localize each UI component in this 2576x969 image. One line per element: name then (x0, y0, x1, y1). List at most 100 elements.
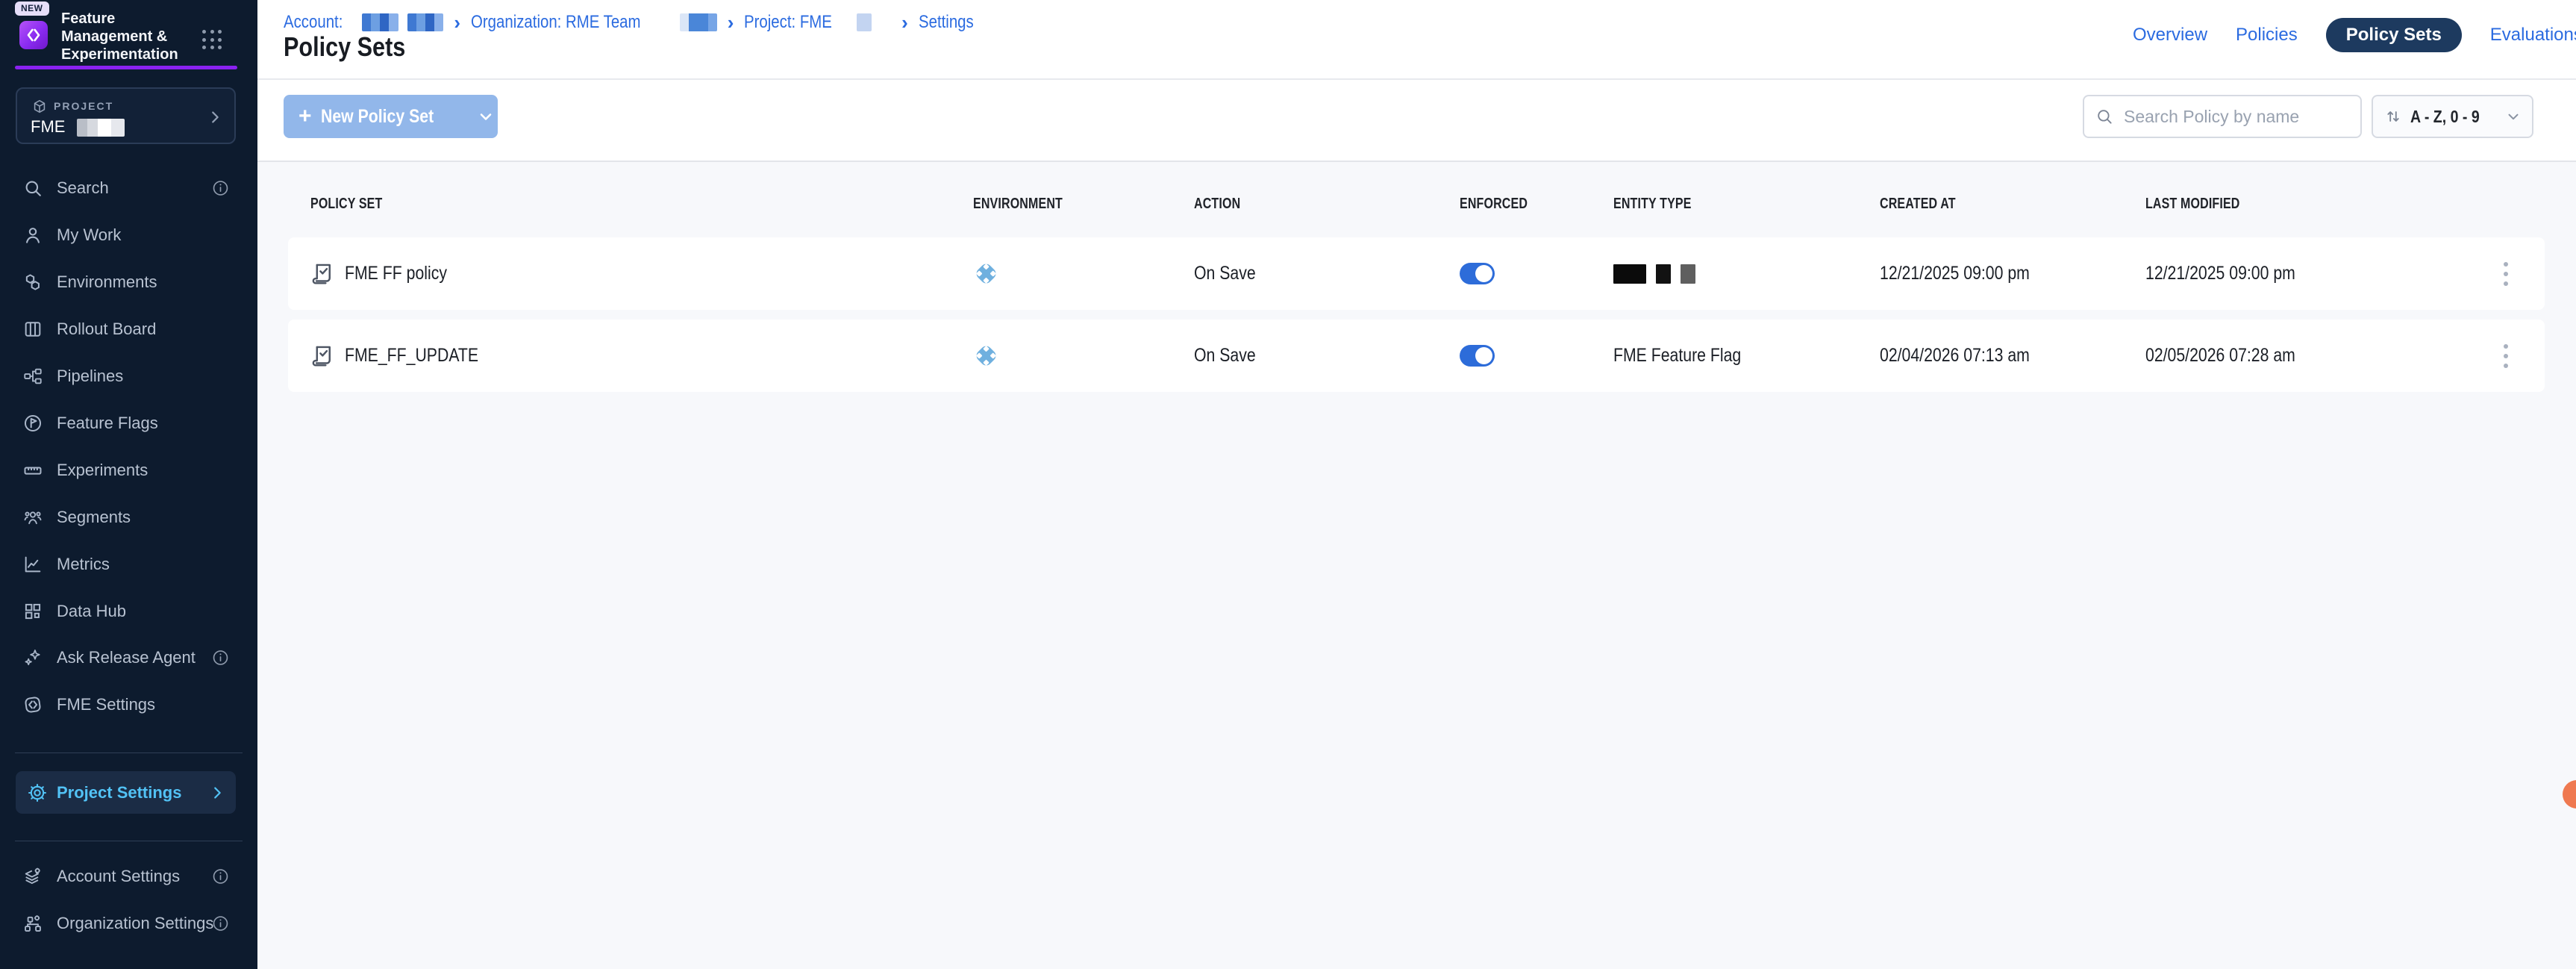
sidebar-item-pipelines[interactable]: Pipelines (0, 359, 257, 393)
sidebar-item-label: Feature Flags (57, 414, 158, 433)
column-header-action: ACTION (1194, 196, 1252, 213)
policy-set-icon (309, 260, 337, 287)
breadcrumb: Account: › Organization: RME Team › Proj… (284, 12, 984, 33)
column-header-enforced: ENFORCED (1460, 196, 1545, 213)
enforced-toggle-on[interactable] (1460, 263, 1495, 284)
breadcrumb-project-link[interactable]: Project: FME (744, 12, 832, 33)
breadcrumb-organization-link[interactable]: Organization: RME Team (471, 12, 641, 33)
sidebar: NEW Feature Management & Experimentation… (0, 0, 257, 969)
accent-rule (15, 66, 237, 69)
sidebar-item-metrics[interactable]: Metrics (0, 547, 257, 582)
column-header-policy-set: POLICY SET (310, 196, 401, 213)
redacted-account-value (362, 13, 398, 31)
entity-type-value: FME Feature Flag (1613, 320, 1763, 392)
redacted-account-value (407, 13, 443, 31)
chevron-right-icon (207, 109, 223, 125)
column-header-environment: ENVIRONMENT (973, 196, 1085, 213)
action-value: On Save (1194, 237, 1266, 310)
sidebar-item-label: Project Settings (57, 783, 181, 803)
sidebar-item-feature-flags[interactable]: Feature Flags (0, 406, 257, 440)
new-policy-set-label: New Policy Set (321, 106, 434, 128)
sidebar-item-ask-release-agent[interactable]: Ask Release Agent (0, 641, 257, 675)
column-header-entity-type: ENTITY TYPE (1613, 196, 1711, 213)
sidebar-item-label: Ask Release Agent (57, 648, 196, 667)
org-hierarchy-gear-icon (22, 913, 43, 934)
new-policy-dropdown-button[interactable] (477, 108, 495, 125)
tab-policies[interactable]: Policies (2236, 25, 2298, 46)
feedback-widget-button[interactable] (2563, 780, 2576, 808)
ruler-icon (22, 460, 43, 481)
sidebar-item-experiments[interactable]: Experiments (0, 453, 257, 487)
breadcrumb-account-link[interactable]: Account: (284, 12, 343, 33)
environment-icon[interactable] (972, 260, 1000, 287)
sidebar-item-organization-settings[interactable]: Organization Settings (0, 906, 257, 941)
search-policy-box (2083, 95, 2362, 138)
breadcrumb-separator: › (901, 11, 908, 34)
info-icon[interactable] (211, 915, 230, 933)
project-selector[interactable]: PROJECT FME (16, 87, 236, 144)
sidebar-item-data-hub[interactable]: Data Hub (0, 594, 257, 629)
board-icon (22, 319, 43, 340)
redacted-project-value (857, 13, 872, 31)
sidebar-item-label: Environments (57, 272, 157, 292)
enforced-toggle-on[interactable] (1460, 345, 1495, 367)
table-row[interactable]: FME FF policy On Save 12/21/2025 09:00 p… (288, 237, 2545, 310)
flag-icon (22, 413, 43, 434)
data-grid-icon (22, 601, 43, 622)
sidebar-item-fme-settings[interactable]: FME Settings (0, 688, 257, 722)
row-menu-button[interactable] (2489, 254, 2522, 294)
breadcrumb-separator: › (454, 11, 460, 34)
environments-icon (22, 272, 43, 293)
sort-value: A - Z, 0 - 9 (2410, 107, 2480, 127)
info-icon[interactable] (211, 867, 230, 886)
sidebar-item-label: FME Settings (57, 695, 155, 714)
redacted-entity-type (1613, 264, 1695, 284)
sidebar-item-environments[interactable]: Environments (0, 265, 257, 299)
breadcrumb-settings-link[interactable]: Settings (919, 12, 974, 33)
sidebar-item-label: Pipelines (57, 367, 123, 386)
info-icon[interactable] (211, 179, 230, 198)
chart-icon (22, 554, 43, 575)
last-modified-value: 12/21/2025 09:00 pm (2145, 237, 2322, 310)
info-icon[interactable] (211, 649, 230, 667)
layers-gear-icon (22, 866, 43, 887)
column-header-created-at: CREATED AT (1880, 196, 1975, 213)
tab-evaluations[interactable]: Evaluations (2490, 25, 2576, 46)
chevron-down-icon (477, 108, 495, 125)
project-name: FME (31, 117, 65, 137)
product-title: Feature Management & Experimentation (61, 10, 204, 63)
sidebar-item-label: Segments (57, 508, 131, 527)
sidebar-item-my-work[interactable]: My Work (0, 218, 257, 252)
breadcrumb-separator: › (728, 11, 734, 34)
sort-arrows-icon (2383, 107, 2403, 126)
chevron-down-icon (2505, 108, 2522, 125)
fme-logo-icon (22, 694, 43, 715)
sparkles-icon (22, 647, 43, 668)
sidebar-item-label: Data Hub (57, 602, 126, 621)
search-icon (2095, 107, 2114, 126)
sidebar-item-rollout-board[interactable]: Rollout Board (0, 312, 257, 346)
search-icon (22, 178, 43, 199)
product-logo-icon (19, 21, 48, 49)
sidebar-item-label: Search (57, 178, 109, 198)
app-window: NEW Feature Management & Experimentation… (0, 0, 2576, 969)
table-row[interactable]: FME_FF_UPDATE On Save FME Feature Flag 0… (288, 320, 2545, 392)
row-menu-button[interactable] (2489, 336, 2522, 376)
new-policy-set-button[interactable]: + New Policy Set (284, 95, 498, 138)
page-title: Policy Sets (284, 31, 427, 63)
column-header-last-modified: LAST MODIFIED (2145, 196, 2263, 213)
tab-overview[interactable]: Overview (2133, 25, 2207, 46)
sidebar-item-segments[interactable]: Segments (0, 500, 257, 535)
policy-set-name: FME FF policy (345, 237, 465, 310)
search-policy-input[interactable] (2122, 106, 2350, 128)
pipelines-icon (22, 366, 43, 387)
app-launcher-icon[interactable] (202, 30, 222, 50)
sidebar-item-search[interactable]: Search (0, 171, 257, 205)
environment-icon[interactable] (972, 342, 1000, 370)
gear-icon (27, 782, 48, 803)
sort-dropdown[interactable]: A - Z, 0 - 9 (2372, 95, 2533, 138)
sidebar-item-project-settings[interactable]: Project Settings (16, 771, 236, 814)
sidebar-item-account-settings[interactable]: Account Settings (0, 859, 257, 894)
policy-set-icon (309, 342, 337, 370)
tab-policy-sets[interactable]: Policy Sets (2326, 18, 2462, 52)
